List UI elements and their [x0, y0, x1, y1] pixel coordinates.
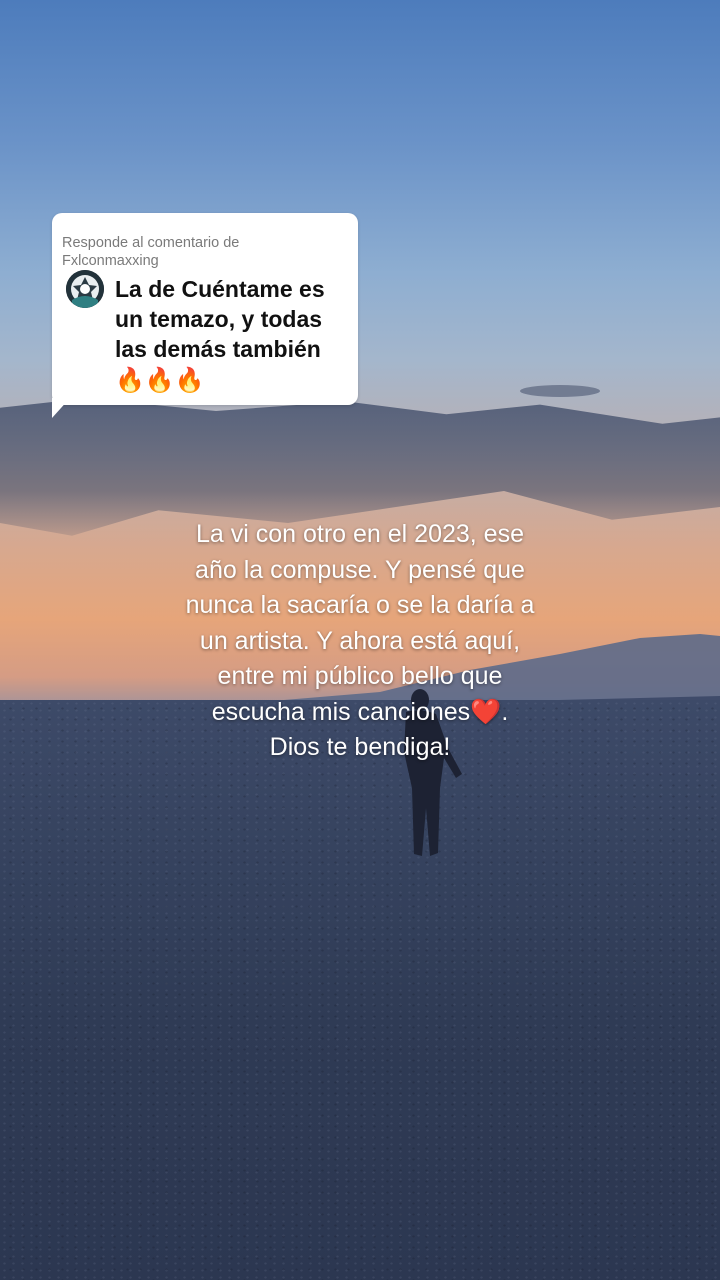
caption-line: La vi con otro en el 2023, ese [195, 520, 524, 548]
caption-line-with-heart: escucha mis canciones❤️. [140, 695, 580, 731]
reply-comment-text: La de Cuéntame es un temazo, y todas las… [115, 274, 351, 396]
caption-period: . [501, 697, 509, 726]
reply-card-tail [52, 398, 70, 418]
reply-username[interactable]: Fxlconmaxxing [62, 252, 332, 270]
cloud-wisp [520, 385, 600, 397]
caption-line: un artista. Y ahora está aquí, [199, 626, 521, 655]
video-caption-overlay: La vi con otro en el 2023, ese año la co… [140, 517, 580, 766]
heart-emoji: ❤️ [470, 697, 502, 726]
caption-line-text: escucha mis canciones [211, 697, 471, 726]
caption-line: año la compuse. Y pensé que [195, 555, 525, 584]
comment-body: La de Cuéntame es un temazo, y todas las… [115, 276, 325, 362]
ground-texture [0, 700, 720, 1280]
commenter-avatar[interactable] [66, 270, 104, 308]
reply-label: Responde al comentario de [62, 235, 240, 251]
fire-emoji-row: 🔥🔥🔥 [115, 367, 205, 394]
caption-line: nunca la sacaría o se la daría a [185, 591, 535, 619]
caption-line: Dios te bendiga! [269, 733, 451, 761]
reply-header: Responde al comentario de Fxlconmaxxing [62, 234, 332, 270]
caption-line: entre mi público bello que [217, 662, 503, 690]
avatar-image-icon [66, 270, 104, 308]
